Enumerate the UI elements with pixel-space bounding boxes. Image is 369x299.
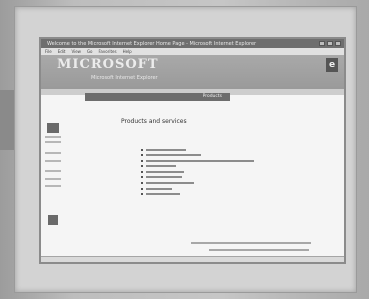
list-item[interactable] (141, 153, 254, 158)
browser-window: Welcome to the Microsoft Internet Explor… (39, 37, 346, 264)
product-link[interactable] (146, 187, 172, 190)
menu-file[interactable]: File (45, 49, 52, 54)
product-link[interactable] (146, 148, 186, 151)
bullet-icon (141, 159, 143, 162)
monitor-bezel: Welcome to the Microsoft Internet Explor… (14, 6, 357, 293)
page-heading: Products and services (121, 118, 187, 125)
minimize-button[interactable] (319, 41, 325, 46)
bullet-icon (141, 187, 143, 190)
sidebar-label[interactable] (45, 170, 61, 172)
footer-text-line (209, 249, 309, 251)
list-item[interactable] (141, 181, 254, 186)
bullet-icon (141, 193, 143, 196)
menu-view[interactable]: View (71, 49, 81, 54)
sidebar-bottom-icon[interactable] (48, 215, 58, 225)
product-link[interactable] (146, 165, 176, 168)
title-bar: Welcome to the Microsoft Internet Explor… (41, 39, 344, 48)
sidebar-label[interactable] (45, 136, 61, 138)
list-item[interactable] (141, 192, 254, 197)
bullet-icon (141, 165, 143, 168)
banner-title[interactable]: MICROSOFT (57, 57, 159, 72)
close-button[interactable] (335, 41, 341, 46)
sidebar-label[interactable] (45, 141, 61, 143)
product-link-list (141, 147, 254, 197)
menu-go[interactable]: Go (87, 49, 93, 54)
list-item[interactable] (141, 175, 254, 180)
list-item[interactable] (141, 158, 254, 163)
menu-bar: File Edit View Go Favorites Help (41, 48, 344, 55)
menu-edit[interactable]: Edit (58, 49, 66, 54)
page-banner: MICROSOFT Microsoft Internet Explorer e (41, 55, 344, 89)
maximize-button[interactable] (327, 41, 333, 46)
bullet-icon (141, 182, 143, 185)
menu-help[interactable]: Help (123, 49, 132, 54)
banner-subtitle: Microsoft Internet Explorer (91, 75, 158, 81)
sidebar-label[interactable] (45, 178, 61, 180)
sidebar-label[interactable] (45, 152, 61, 154)
list-item[interactable] (141, 164, 254, 169)
menu-favorites[interactable]: Favorites (99, 49, 117, 54)
product-link[interactable] (146, 170, 184, 173)
product-link[interactable] (146, 176, 182, 179)
sidebar-product-icon[interactable] (47, 123, 59, 133)
section-bar-label: Products (202, 94, 222, 99)
window-controls (319, 41, 341, 46)
product-link[interactable] (146, 154, 201, 157)
status-bar (41, 256, 344, 262)
footer-text-line (191, 242, 311, 244)
ie-logo-icon: e (326, 58, 338, 72)
section-bar: Products (85, 93, 230, 101)
list-item[interactable] (141, 147, 254, 152)
bullet-icon (141, 148, 143, 151)
product-link[interactable] (146, 159, 254, 162)
sidebar-label[interactable] (45, 160, 61, 162)
list-item[interactable] (141, 169, 254, 174)
product-link[interactable] (146, 182, 194, 185)
product-link[interactable] (146, 193, 180, 196)
bullet-icon (141, 170, 143, 173)
sidebar-label[interactable] (45, 185, 61, 187)
window-title: Welcome to the Microsoft Internet Explor… (47, 40, 257, 47)
list-item[interactable] (141, 186, 254, 191)
bullet-icon (141, 176, 143, 179)
bullet-icon (141, 154, 143, 157)
